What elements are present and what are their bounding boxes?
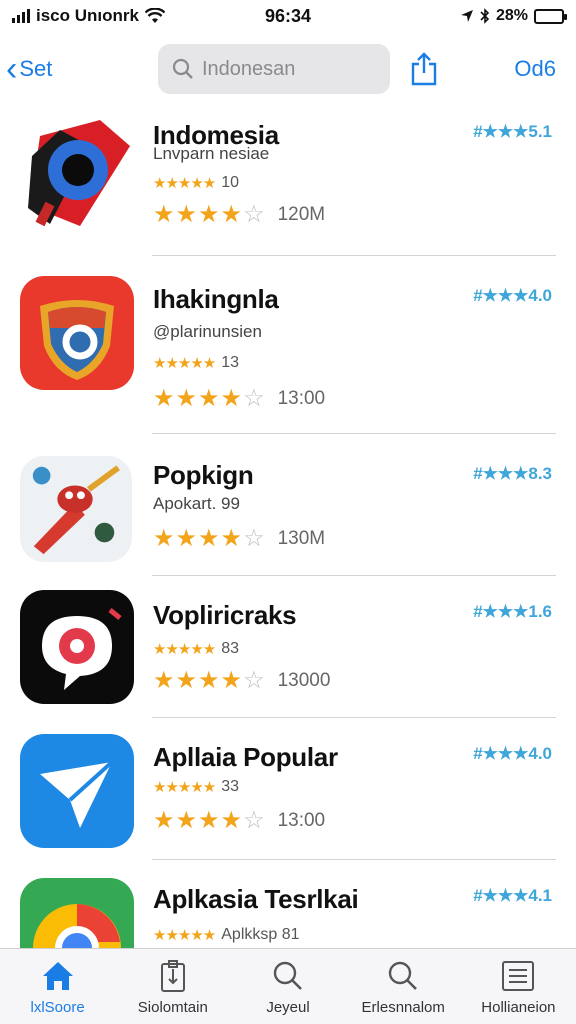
tab-search-2[interactable]: Erlesnnalom xyxy=(346,949,461,1024)
side-rating: #★★★5.1 xyxy=(473,122,552,141)
side-rating: #★★★1.6 xyxy=(473,602,552,621)
mini-rating-value: 83 xyxy=(221,640,240,657)
tab-bar: lxlSoore Siolomtain Jeyeul Erlesnnalom H… xyxy=(0,948,576,1024)
shield-icon xyxy=(20,276,134,390)
rating-stars-icon: ★★★★☆ xyxy=(153,807,266,834)
bluetooth-icon xyxy=(480,8,490,24)
chrome-icon xyxy=(20,878,134,948)
clipboard-icon xyxy=(156,959,190,993)
battery-percent: 28% xyxy=(495,7,528,24)
rating-stars-icon: ★★★★☆ xyxy=(153,525,266,552)
tab-search-1[interactable]: Jeyeul xyxy=(230,949,345,1024)
app-row[interactable]: Aplkasia Tesrlkai ★★★★★ Aplkksp 81 #★★★4… xyxy=(0,860,576,948)
rating-count: 120M xyxy=(277,203,326,225)
search-icon xyxy=(271,959,305,993)
tab-label: Siolomtain xyxy=(137,999,208,1016)
status-bar: isco Unıonrk 96:34 28% xyxy=(0,0,576,32)
mini-stars-icon: ★★★★★ xyxy=(153,175,216,192)
tab-apps[interactable]: Siolomtain xyxy=(115,949,230,1024)
side-rating: #★★★4.0 xyxy=(473,744,552,763)
side-rating: #★★★4.0 xyxy=(473,286,552,305)
share-button[interactable] xyxy=(406,50,442,88)
rating-count: 13:00 xyxy=(277,387,326,409)
app-row[interactable]: Vopliricraks ★★★★★ 83 ★★★★☆ 13000 #★★★1.… xyxy=(0,576,576,718)
share-icon xyxy=(411,52,437,86)
app-icon-indomesia xyxy=(20,116,134,230)
app-icon-ihakingnla xyxy=(20,276,134,390)
rating-count: 13000 xyxy=(277,669,331,691)
mini-rating-value: 13 xyxy=(221,354,240,371)
mini-stars-icon: ★★★★★ xyxy=(153,779,216,796)
rating-count: 130M xyxy=(277,527,326,549)
mini-stars-icon: ★★★★★ xyxy=(153,641,216,658)
mini-rating: ★★★★★ Aplkksp 81 xyxy=(153,926,300,944)
mini-rating: ★★★★★ 83 xyxy=(153,640,239,658)
chat-bubble-icon xyxy=(20,590,134,704)
status-right: 28% xyxy=(460,7,567,25)
tab-label: Hollianeion xyxy=(481,999,556,1016)
mini-rating: ★★★★★ 10 xyxy=(153,174,239,192)
tab-today[interactable]: lxlSoore xyxy=(0,949,115,1024)
back-label: Set xyxy=(19,56,53,81)
app-row[interactable]: Popkign Apokart. 99 ★★★★☆ 130M #★★★8.3 xyxy=(0,434,576,576)
mini-rating-value: 33 xyxy=(221,778,240,795)
side-rating: #★★★4.1 xyxy=(473,886,552,905)
list-icon xyxy=(501,959,535,993)
tab-label: Erlesnnalom xyxy=(361,999,445,1016)
chevron-left-icon: ‹ xyxy=(6,50,18,88)
app-name: Ihakingnla xyxy=(153,284,279,314)
app-subtitle: Lnvparn nesiae xyxy=(153,144,270,163)
side-rating: #★★★8.3 xyxy=(473,464,552,483)
rating-stars-icon: ★★★★☆ xyxy=(153,201,266,228)
nav-bar: ‹ Set Indonesan Od6 xyxy=(0,38,576,100)
mini-rating: ★★★★★ 13 xyxy=(153,354,239,372)
rating-count: 13:00 xyxy=(277,809,326,831)
search-icon xyxy=(386,959,420,993)
search-placeholder: Indonesan xyxy=(202,57,296,80)
mini-rating: ★★★★★ 33 xyxy=(153,778,239,796)
carrier-label: isco Unıonrk xyxy=(36,6,139,25)
app-subtitle: @plarinunsien xyxy=(153,322,262,341)
mini-rating-value: 10 xyxy=(221,174,240,191)
app-name: Aplkasia Tesrlkai xyxy=(153,884,359,914)
mini-stars-icon: ★★★★★ xyxy=(153,927,216,944)
tab-label: Jeyeul xyxy=(266,999,310,1016)
search-input[interactable]: Indonesan xyxy=(158,44,390,94)
app-subtitle: Apokart. 99 xyxy=(153,494,240,513)
app-icon-apllaia-popular xyxy=(20,734,134,848)
big-rating: ★★★★☆ 13:00 xyxy=(153,384,325,413)
app-icon-aplkasia-tesrlkai xyxy=(20,878,134,948)
search-icon xyxy=(172,58,193,79)
app-row[interactable]: Ihakingnla @plarinunsien ★★★★★ 13 ★★★★☆ … xyxy=(0,256,576,434)
rating-stars-icon: ★★★★☆ xyxy=(153,385,266,412)
big-rating: ★★★★☆ 13:00 xyxy=(153,806,325,835)
app-name: Apllaia Popular xyxy=(153,742,338,772)
app-row[interactable]: Apllaia Popular ★★★★★ 33 ★★★★☆ 13:00 #★★… xyxy=(0,718,576,860)
location-icon xyxy=(460,10,473,22)
big-rating: ★★★★☆ 130M xyxy=(153,524,325,553)
wifi-icon xyxy=(144,8,165,23)
tab-list[interactable]: Hollianeion xyxy=(461,949,576,1024)
paper-plane-icon xyxy=(20,734,134,848)
app-name: Vopliricraks xyxy=(153,600,297,630)
status-left: isco Unıonrk xyxy=(12,6,165,26)
home-icon xyxy=(41,959,75,993)
app-icon-vopliricraks xyxy=(20,590,134,704)
app-icon-popkign xyxy=(20,456,132,562)
signal-icon xyxy=(12,9,30,23)
nav-right-button[interactable]: Od6 xyxy=(514,56,556,82)
battery-icon xyxy=(534,8,567,24)
app-row[interactable]: Indomesia Lnvparn nesiae ★★★★★ 10 ★★★★☆ … xyxy=(0,100,576,256)
app-name: Popkign xyxy=(153,460,254,490)
big-rating: ★★★★☆ 13000 xyxy=(153,666,330,695)
rating-stars-icon: ★★★★☆ xyxy=(153,667,266,694)
mini-stars-icon: ★★★★★ xyxy=(153,355,216,372)
tab-label: lxlSoore xyxy=(30,999,85,1016)
mini-rating-value: Aplkksp 81 xyxy=(221,926,300,943)
app-list: Indomesia Lnvparn nesiae ★★★★★ 10 ★★★★☆ … xyxy=(0,100,576,948)
back-button[interactable]: ‹ Set xyxy=(6,52,126,86)
game-character-icon xyxy=(20,456,132,562)
big-rating: ★★★★☆ 120M xyxy=(153,200,325,229)
magnifier-logo-icon xyxy=(28,120,130,227)
